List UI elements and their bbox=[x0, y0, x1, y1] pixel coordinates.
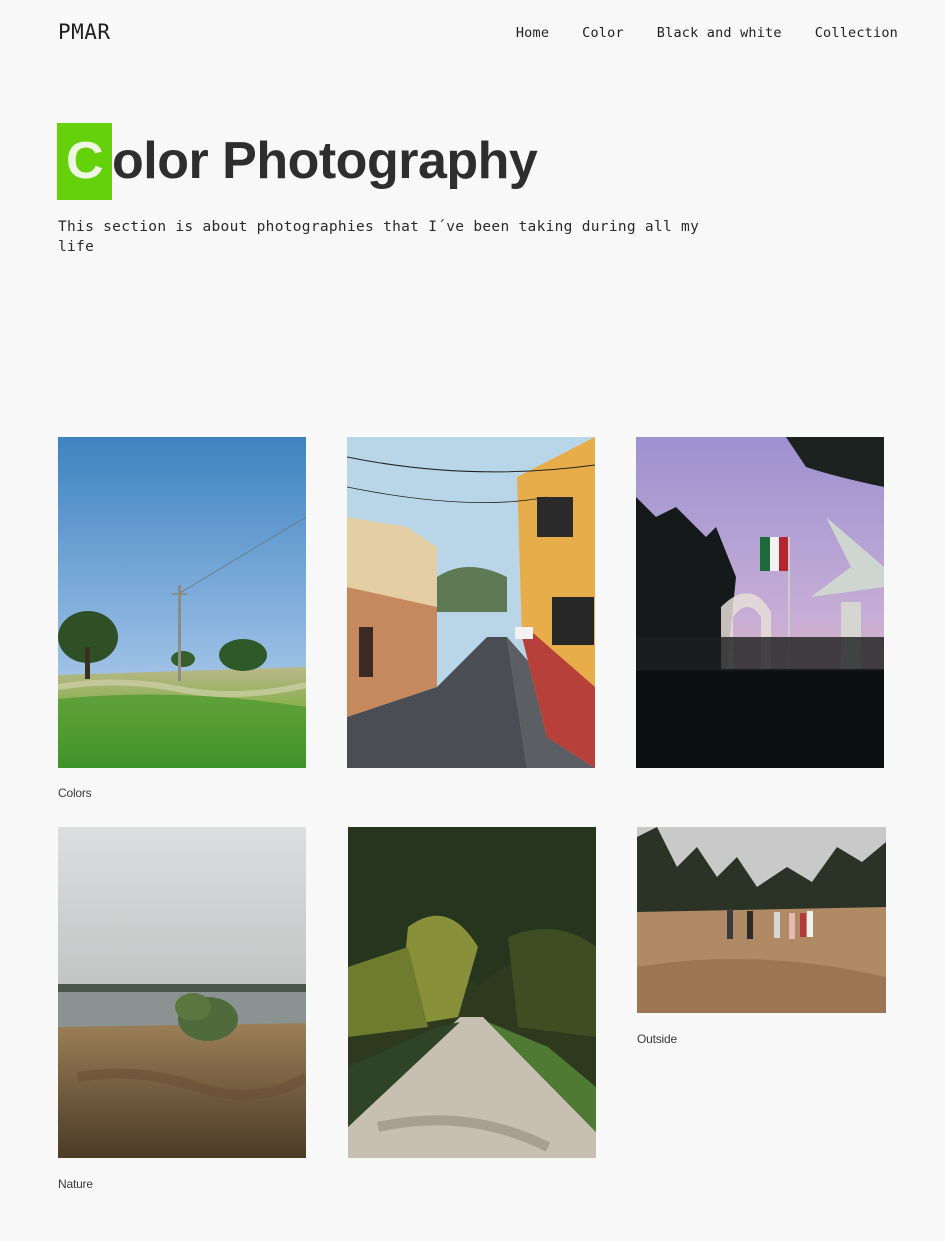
main-nav: Home Color Black and white Collection bbox=[516, 25, 898, 41]
title-rest: olor Photography bbox=[112, 132, 538, 190]
photo-tree-path-image bbox=[348, 827, 596, 1158]
photo-street[interactable] bbox=[347, 437, 595, 768]
page-title: Color Photography bbox=[57, 123, 538, 200]
photo-people-walking[interactable] bbox=[637, 827, 886, 1013]
brand-logo[interactable]: PMAR bbox=[58, 20, 111, 44]
nav-collection[interactable]: Collection bbox=[815, 25, 898, 41]
photo-meadow-image bbox=[58, 437, 306, 768]
nav-home[interactable]: Home bbox=[516, 25, 549, 41]
caption-colors: Colors bbox=[58, 786, 92, 800]
intro-text: This section is about photographies that… bbox=[58, 219, 700, 255]
photo-street-image bbox=[347, 437, 595, 768]
nav-color[interactable]: Color bbox=[582, 25, 624, 41]
title-initial-highlight: C bbox=[57, 123, 112, 200]
photo-lake[interactable] bbox=[58, 827, 306, 1158]
photo-people-walking-image bbox=[637, 827, 886, 1013]
photo-flag-dusk-image bbox=[636, 437, 884, 768]
photo-flag-dusk[interactable] bbox=[636, 437, 884, 768]
photo-tree-path[interactable] bbox=[348, 827, 596, 1158]
photo-meadow[interactable] bbox=[58, 437, 306, 768]
caption-outside: Outside bbox=[637, 1032, 677, 1046]
caption-nature: Nature bbox=[58, 1177, 93, 1191]
nav-black-and-white[interactable]: Black and white bbox=[657, 25, 782, 41]
photo-lake-image bbox=[58, 827, 306, 1158]
